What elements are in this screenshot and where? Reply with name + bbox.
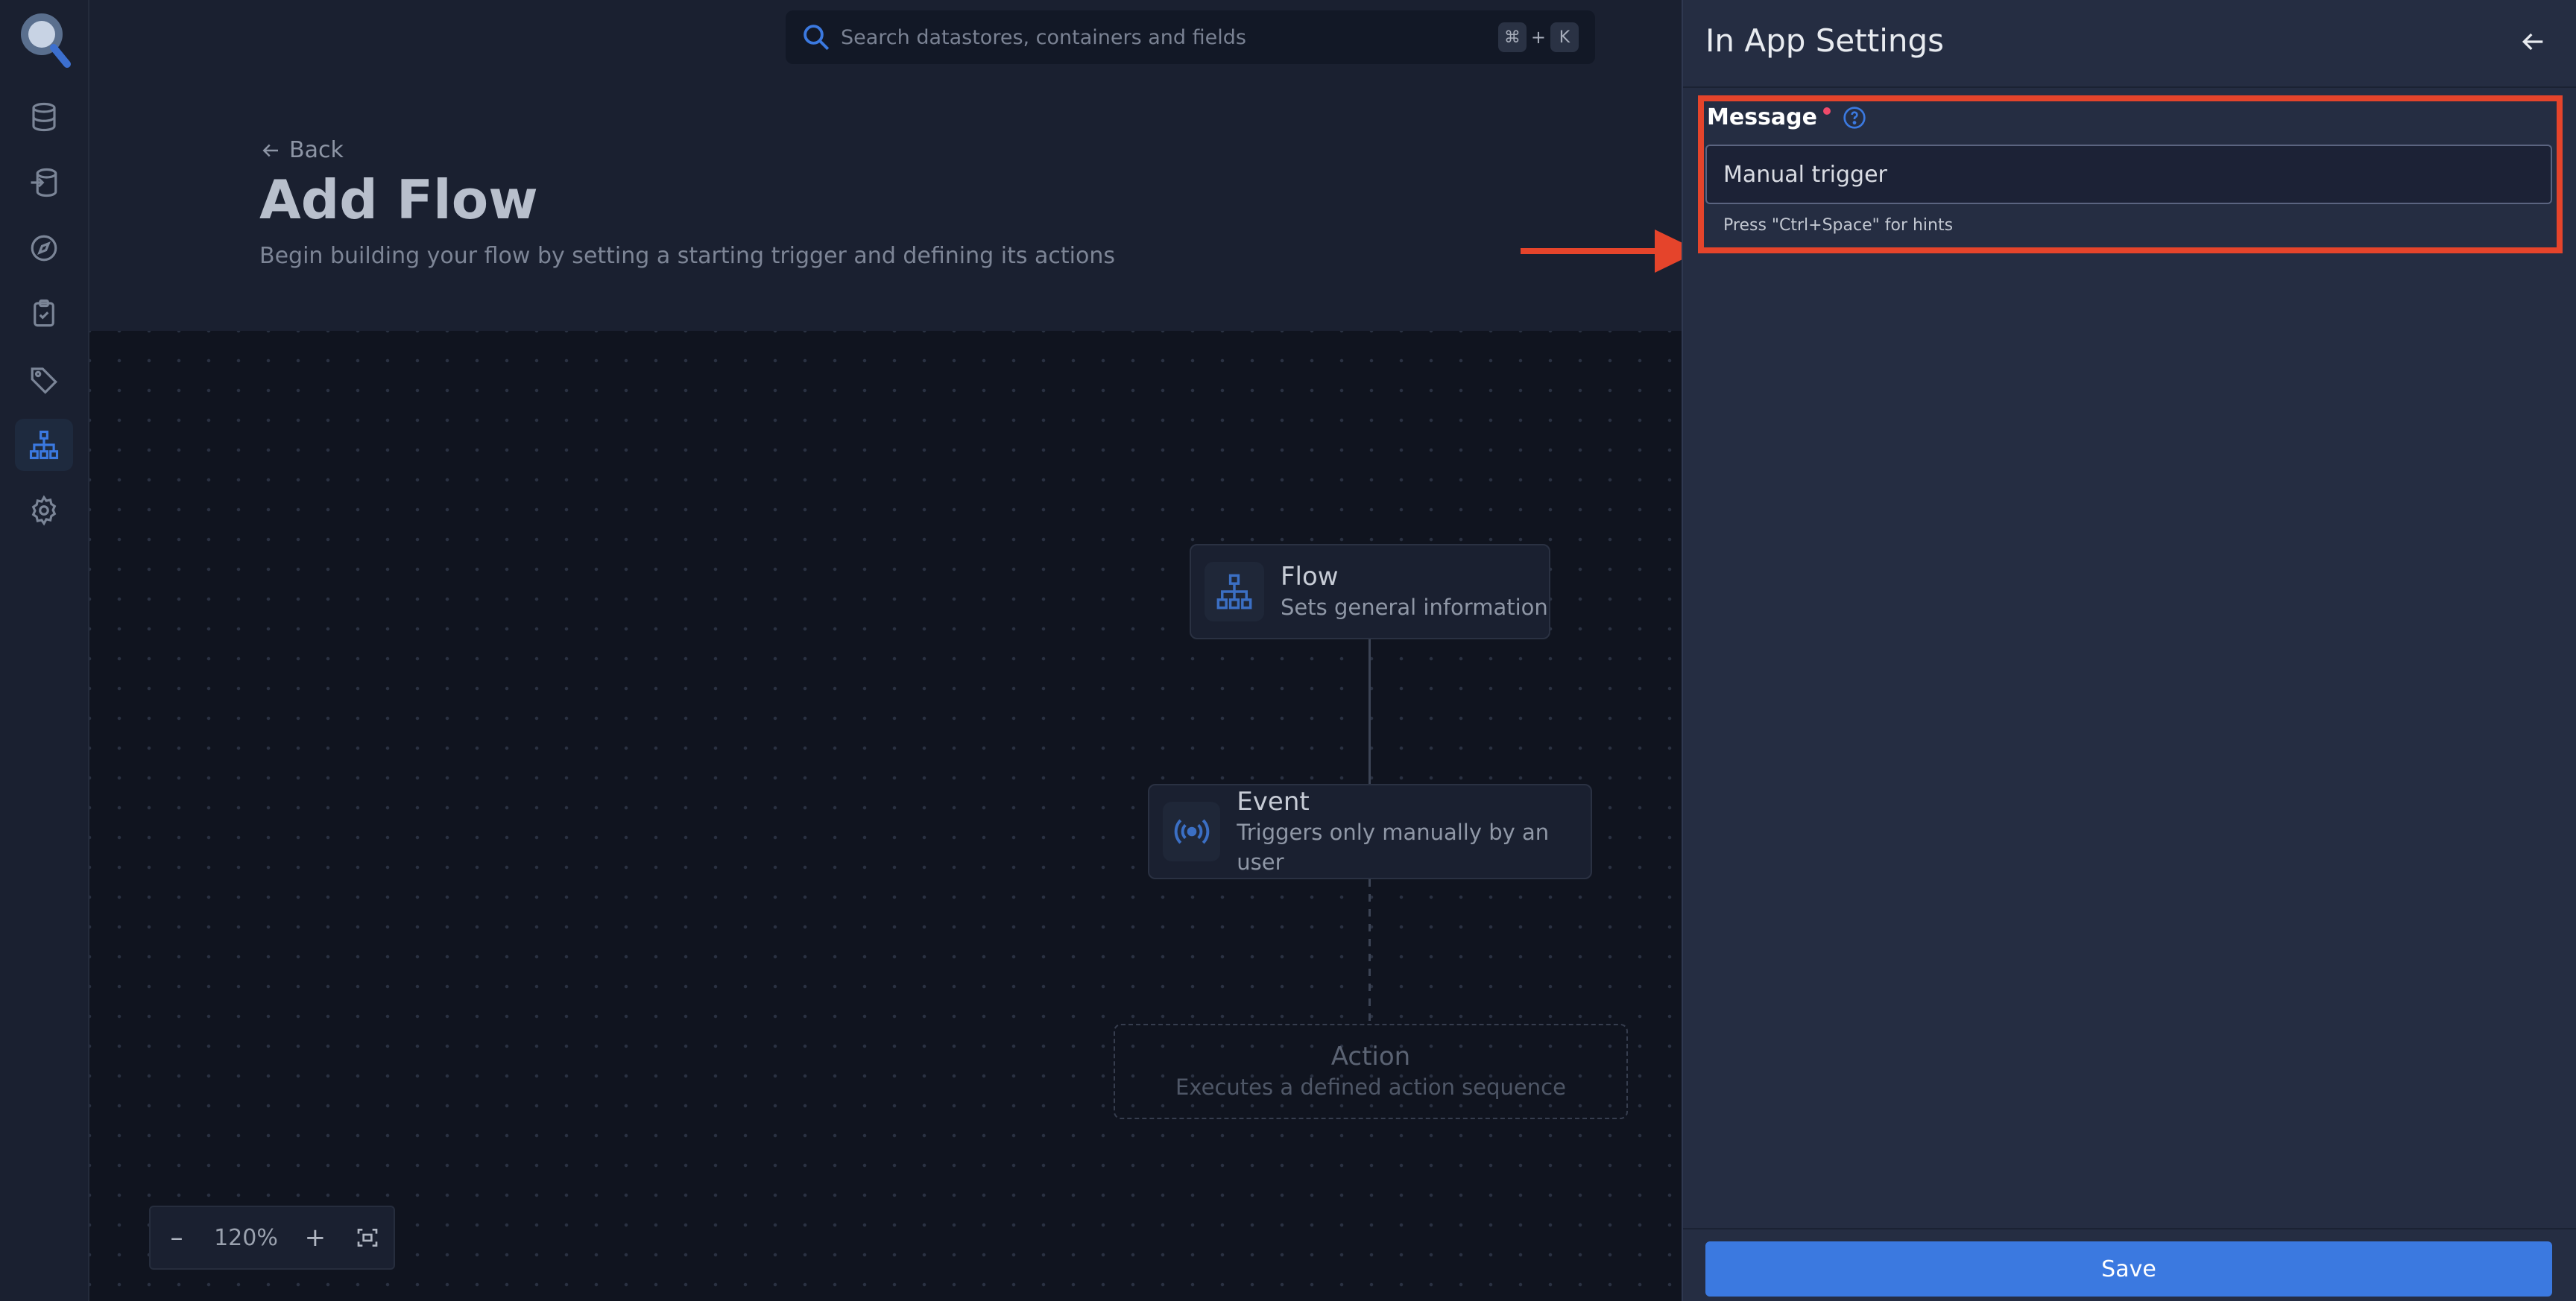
arrow-left-icon: [262, 144, 278, 156]
sidebar: [0, 0, 89, 1301]
flow-node-description: Sets general information: [1281, 595, 1548, 620]
back-link[interactable]: Back: [259, 137, 344, 163]
message-field-label: Message: [1707, 104, 1866, 130]
required-indicator: [1822, 107, 1831, 115]
back-label: Back: [289, 137, 344, 163]
flow-hierarchy-icon: [29, 430, 59, 460]
action-node-description: Executes a defined action sequence: [1175, 1074, 1566, 1100]
clipboard-check-icon: [34, 299, 54, 327]
connector-line-dashed: [1368, 879, 1371, 1024]
save-button[interactable]: Save: [1705, 1241, 2552, 1297]
search-shortcut: ⌘ + K: [1497, 22, 1579, 52]
event-node-description: Triggers only manually by an user: [1237, 820, 1550, 875]
zoom-controls: – 120% +: [149, 1206, 395, 1270]
broadcast-icon: [1174, 819, 1209, 844]
sidebar-item-datastores[interactable]: [15, 91, 73, 143]
flow-canvas[interactable]: Flow Sets general information Event Trig…: [89, 331, 1682, 1301]
zoom-level: 120%: [214, 1224, 278, 1251]
logo-icon[interactable]: [15, 6, 75, 69]
fit-view-icon: [357, 1229, 378, 1247]
sidebar-item-sources[interactable]: [15, 156, 73, 209]
flow-node[interactable]: Flow Sets general information: [1190, 544, 1550, 639]
flow-node-title: Flow: [1281, 562, 1339, 592]
fit-view-button[interactable]: [353, 1223, 382, 1253]
connector-line: [1368, 639, 1371, 784]
panel-title: In App Settings: [1705, 22, 1945, 59]
message-hint: Press "Ctrl+Space" for hints: [1723, 216, 1954, 235]
zoom-out-button[interactable]: –: [162, 1223, 192, 1253]
event-node-icon-box: [1163, 802, 1221, 861]
page-subtitle: Begin building your flow by setting a st…: [259, 243, 1115, 269]
search-placeholder[interactable]: Search datastores, containers and fields: [841, 26, 1246, 49]
action-node-title: Action: [1330, 1042, 1411, 1071]
event-node[interactable]: Event Triggers only manually by an user: [1148, 784, 1592, 879]
database-icon: [32, 102, 56, 132]
shortcut-key-k: K: [1550, 22, 1579, 52]
page-header: Back Add Flow Begin building your flow b…: [89, 76, 1699, 331]
sidebar-item-settings[interactable]: [15, 484, 73, 536]
sidebar-item-flows[interactable]: [15, 419, 73, 471]
message-input[interactable]: [1705, 145, 2552, 204]
search-bar[interactable]: Search datastores, containers and fields…: [786, 10, 1595, 64]
gear-icon: [31, 495, 57, 526]
sidebar-item-checks[interactable]: [15, 288, 73, 340]
search-icon: [804, 25, 830, 51]
message-label-text: Message: [1707, 104, 1817, 130]
help-icon[interactable]: [1843, 106, 1866, 130]
divider: [1683, 86, 2576, 88]
shortcut-key-cmd: ⌘: [1497, 22, 1527, 52]
tag-icon: [31, 367, 57, 394]
flow-hierarchy-icon: [1216, 574, 1252, 610]
shortcut-plus: +: [1530, 27, 1546, 48]
arrow-left-icon[interactable]: [2518, 27, 2548, 57]
flow-node-icon-box: [1205, 562, 1264, 621]
sources-icon: [31, 168, 57, 197]
annotation-arrow-icon: [1521, 230, 1699, 273]
page-title: Add Flow: [259, 168, 538, 231]
divider: [1683, 1228, 2576, 1229]
sidebar-item-explore[interactable]: [15, 222, 73, 274]
zoom-in-button[interactable]: +: [300, 1223, 330, 1253]
action-node[interactable]: Action Executes a defined action sequenc…: [1114, 1024, 1628, 1119]
sidebar-item-tags[interactable]: [15, 353, 73, 405]
top-bar: Search datastores, containers and fields…: [89, 0, 1682, 76]
compass-icon: [31, 235, 57, 262]
event-node-title: Event: [1237, 787, 1310, 817]
settings-panel: In App Settings Message Press "Ctrl+Spac…: [1682, 0, 2576, 1301]
